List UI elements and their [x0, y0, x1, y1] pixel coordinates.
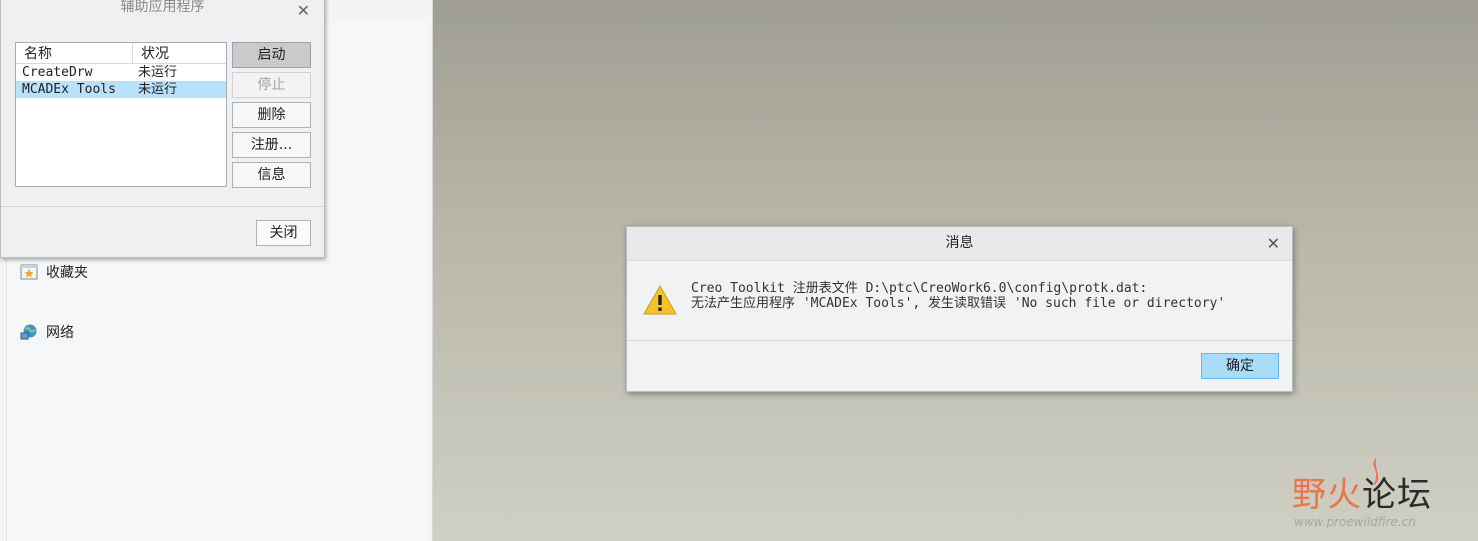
ok-button[interactable]: 确定	[1201, 353, 1279, 379]
column-header-name[interactable]: 名称	[16, 43, 133, 63]
message-text: Creo Toolkit 注册表文件 D:\ptc\CreoWork6.0\co…	[691, 281, 1225, 311]
list-item-selected[interactable]: MCADEx Tools 未运行	[16, 81, 226, 98]
info-button[interactable]: 信息	[232, 162, 311, 188]
delete-button[interactable]: 删除	[232, 102, 311, 128]
dialog-title: 辅助应用程序	[120, 0, 205, 15]
watermark-title: 野火论坛	[1292, 467, 1432, 516]
network-icon	[20, 323, 38, 341]
nav-item-network[interactable]: 网络	[20, 322, 74, 342]
app-status: 未运行	[138, 65, 178, 80]
nav-item-favorites[interactable]: 收藏夹	[20, 262, 88, 282]
register-button[interactable]: 注册...	[232, 132, 311, 158]
warning-icon	[643, 284, 677, 315]
watermark-title-part2: 论坛	[1362, 475, 1432, 515]
close-icon[interactable]: ✕	[1267, 227, 1280, 260]
list-item[interactable]: CreateDrw 未运行	[16, 64, 226, 81]
close-icon[interactable]: ✕	[297, 1, 310, 20]
nav-item-label: 网络	[46, 325, 74, 341]
message-line-1: Creo Toolkit 注册表文件 D:\ptc\CreoWork6.0\co…	[691, 281, 1148, 296]
list-header: 名称 状况	[16, 43, 226, 64]
forum-watermark: 野火论坛 www.proewildfire.cn	[1290, 457, 1470, 533]
app-name: CreateDrw	[22, 65, 93, 80]
divider	[627, 340, 1292, 341]
watermark-url: www.proewildfire.cn	[1294, 515, 1416, 529]
application-list[interactable]: 名称 状况 CreateDrw 未运行 MCADEx Tools 未运行	[15, 42, 227, 187]
auxiliary-applications-dialog: 辅助应用程序 ✕ 名称 状况 CreateDrw 未运行 MCADEx Tool…	[0, 0, 325, 258]
watermark-title-part1: 野火	[1292, 475, 1362, 515]
favorites-icon	[20, 263, 38, 281]
app-status: 未运行	[138, 82, 178, 97]
stop-button[interactable]: 停止	[232, 72, 311, 98]
message-dialog: 消息 ✕ Creo Toolkit 注册表文件 D:\ptc\CreoWork6…	[626, 226, 1293, 392]
dialog-title: 消息	[627, 227, 1292, 261]
close-button[interactable]: 关闭	[256, 220, 311, 246]
app-name: MCADEx Tools	[22, 82, 116, 97]
start-button[interactable]: 启动	[232, 42, 311, 68]
divider	[1, 206, 324, 207]
message-line-2: 无法产生应用程序 'MCADEx Tools', 发生读取错误 'No such…	[691, 296, 1226, 311]
nav-item-label: 收藏夹	[46, 265, 88, 281]
column-header-status[interactable]: 状况	[133, 43, 169, 63]
